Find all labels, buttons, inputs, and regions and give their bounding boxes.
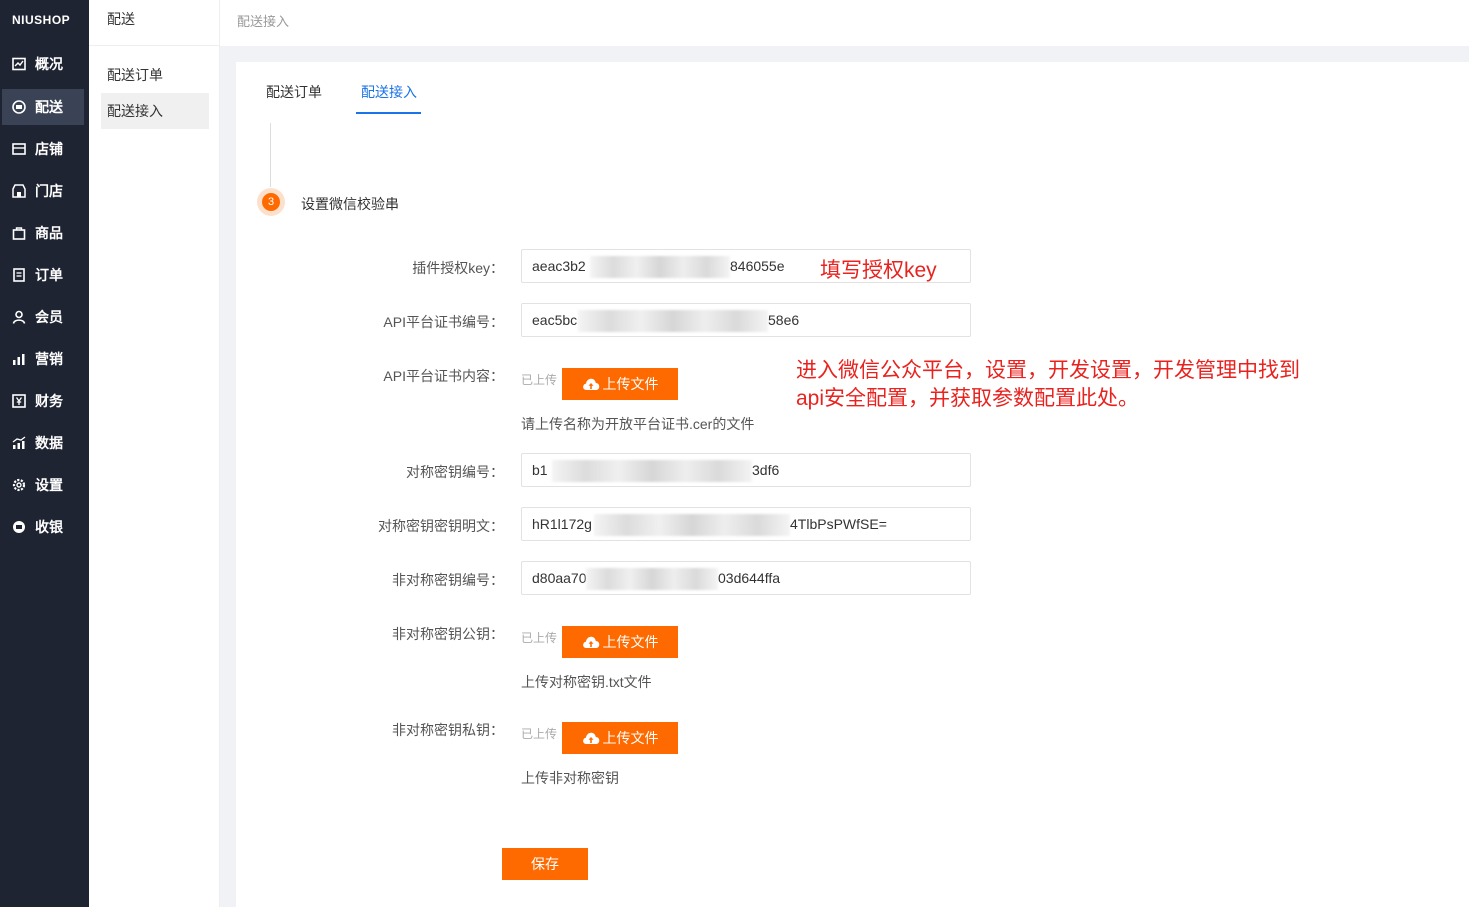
cert-no-value-start: eac5bc (532, 312, 578, 328)
subnav-title: 配送 (89, 0, 219, 46)
sym-key-no-input[interactable]: b1 3df6 (521, 453, 971, 487)
auth-key-label: 插件授权key： (412, 260, 504, 276)
breadcrumb: 配送接入 (237, 14, 290, 29)
asym-pub-upload-button[interactable]: 上传文件 (562, 626, 678, 658)
finance-icon (12, 394, 26, 408)
redacted-mask (586, 568, 718, 590)
asym-priv-hint: 上传非对称密钥 (521, 770, 619, 786)
order-icon (12, 268, 26, 282)
top-bar: 配送接入 (220, 0, 1469, 46)
cert-content-uploaded-status: 已上传 (521, 373, 558, 387)
sym-key-no-value-start: b1 (532, 462, 548, 478)
upload-button-label: 上传文件 (602, 634, 659, 650)
asym-priv-label: 非对称密钥私钥： (392, 722, 504, 738)
nav-item-shop[interactable]: 店铺 (2, 131, 84, 167)
cloud-upload-icon (582, 378, 599, 390)
marketing-icon (12, 352, 26, 366)
cloud-upload-icon (582, 636, 599, 648)
nav-item-label: 会员 (35, 309, 63, 325)
nav-item-order[interactable]: 订单 (2, 257, 84, 293)
shop-icon (12, 142, 26, 156)
nav-item-label: 商品 (35, 225, 63, 241)
asym-key-no-value-start: d80aa70 (532, 570, 587, 586)
annotation-config-note-line1: 进入微信公众平台，设置，开发设置，开发管理中找到 (796, 359, 1300, 382)
nav-item-label: 门店 (35, 183, 63, 199)
nav-item-label: 店铺 (35, 141, 63, 157)
nav-item-member[interactable]: 会员 (2, 299, 84, 335)
main-nav: NIUSHOP 概况 配送 店铺 门店 商品 订单 会员 营销 财务 数据 设置… (0, 0, 89, 907)
cert-content-upload-button[interactable]: 上传文件 (562, 368, 678, 400)
settings-icon (12, 478, 26, 492)
nav-item-data[interactable]: 数据 (2, 425, 84, 461)
asym-pub-uploaded-status: 已上传 (521, 631, 558, 645)
sym-key-plain-value-start: hR1l172g (532, 516, 592, 532)
cert-no-label: API平台证书编号： (383, 314, 504, 330)
overview-icon (12, 57, 26, 71)
logo: NIUSHOP (12, 13, 71, 27)
redacted-mask (594, 514, 790, 536)
nav-item-overview[interactable]: 概况 (2, 46, 84, 82)
nav-item-store[interactable]: 门店 (2, 173, 84, 209)
main-card: 配送订单 配送接入 3 设置微信校验串 插件授权key： aeac3b2 846… (236, 62, 1469, 907)
step-number: 3 (262, 193, 280, 211)
sym-key-plain-input[interactable]: hR1l172g 4TlbPsPWfSE= (521, 507, 971, 541)
redacted-mask (578, 310, 768, 332)
cert-content-label: API平台证书内容： (383, 368, 504, 384)
sym-key-plain-label: 对称密钥密钥明文： (378, 518, 504, 534)
store-icon (12, 184, 26, 198)
step-indicator: 3 (257, 188, 285, 216)
data-icon (12, 436, 26, 450)
tab-delivery-access[interactable]: 配送接入 (356, 82, 421, 114)
nav-item-label: 收银 (35, 519, 63, 535)
asym-pub-label: 非对称密钥公钥： (392, 626, 504, 642)
nav-item-finance[interactable]: 财务 (2, 383, 84, 419)
asym-key-no-label: 非对称密钥编号： (392, 572, 504, 588)
asym-pub-hint: 上传对称密钥.txt文件 (521, 674, 652, 690)
save-button[interactable]: 保存 (502, 848, 588, 880)
step-title: 设置微信校验串 (301, 196, 399, 212)
cert-content-hint: 请上传名称为开放平台证书.cer的文件 (521, 416, 755, 432)
sub-nav: 配送 配送订单 配送接入 (89, 0, 220, 907)
nav-item-label: 营销 (35, 351, 63, 367)
auth-key-value-start: aeac3b2 (532, 258, 586, 274)
nav-item-label: 财务 (35, 393, 63, 409)
asym-priv-uploaded-status: 已上传 (521, 727, 558, 741)
redacted-mask (552, 460, 752, 482)
cert-no-input[interactable]: eac5bc 58e6 (521, 303, 971, 337)
nav-item-cashier[interactable]: 收银 (2, 509, 84, 545)
cert-no-value-end: 58e6 (768, 312, 800, 328)
tab-delivery-orders[interactable]: 配送订单 (266, 82, 322, 114)
delivery-icon (12, 100, 26, 114)
sym-key-plain-value-end: 4TlbPsPWfSE= (790, 516, 887, 532)
nav-item-label: 配送 (35, 99, 63, 115)
nav-item-delivery[interactable]: 配送 (2, 89, 84, 125)
asym-key-no-input[interactable]: d80aa70 03d644ffa (521, 561, 971, 595)
upload-button-label: 上传文件 (602, 376, 659, 392)
upload-button-label: 上传文件 (602, 730, 659, 746)
nav-item-goods[interactable]: 商品 (2, 215, 84, 251)
subnav-item-delivery-orders[interactable]: 配送订单 (101, 57, 209, 93)
redacted-mask (590, 256, 730, 278)
goods-icon (12, 226, 26, 240)
sym-key-no-value-end: 3df6 (752, 462, 780, 478)
annotation-key-note: 填写授权key (820, 259, 937, 282)
cloud-upload-icon (582, 732, 599, 744)
member-icon (12, 310, 26, 324)
nav-item-settings[interactable]: 设置 (2, 467, 84, 503)
sym-key-no-label: 对称密钥编号： (406, 464, 504, 480)
asym-priv-upload-button[interactable]: 上传文件 (562, 722, 678, 754)
nav-item-label: 概况 (35, 56, 63, 72)
cashier-icon (12, 520, 26, 534)
auth-key-value-end: 846055e (730, 258, 785, 274)
asym-key-no-value-end: 03d644ffa (718, 570, 781, 586)
nav-item-label: 设置 (35, 477, 63, 493)
nav-item-marketing[interactable]: 营销 (2, 341, 84, 377)
nav-item-label: 数据 (35, 435, 63, 451)
annotation-config-note-line2: api安全配置，并获取参数配置此处。 (796, 387, 1140, 410)
subnav-item-delivery-access[interactable]: 配送接入 (101, 93, 209, 129)
step-line (270, 123, 271, 187)
nav-item-label: 订单 (35, 267, 63, 283)
